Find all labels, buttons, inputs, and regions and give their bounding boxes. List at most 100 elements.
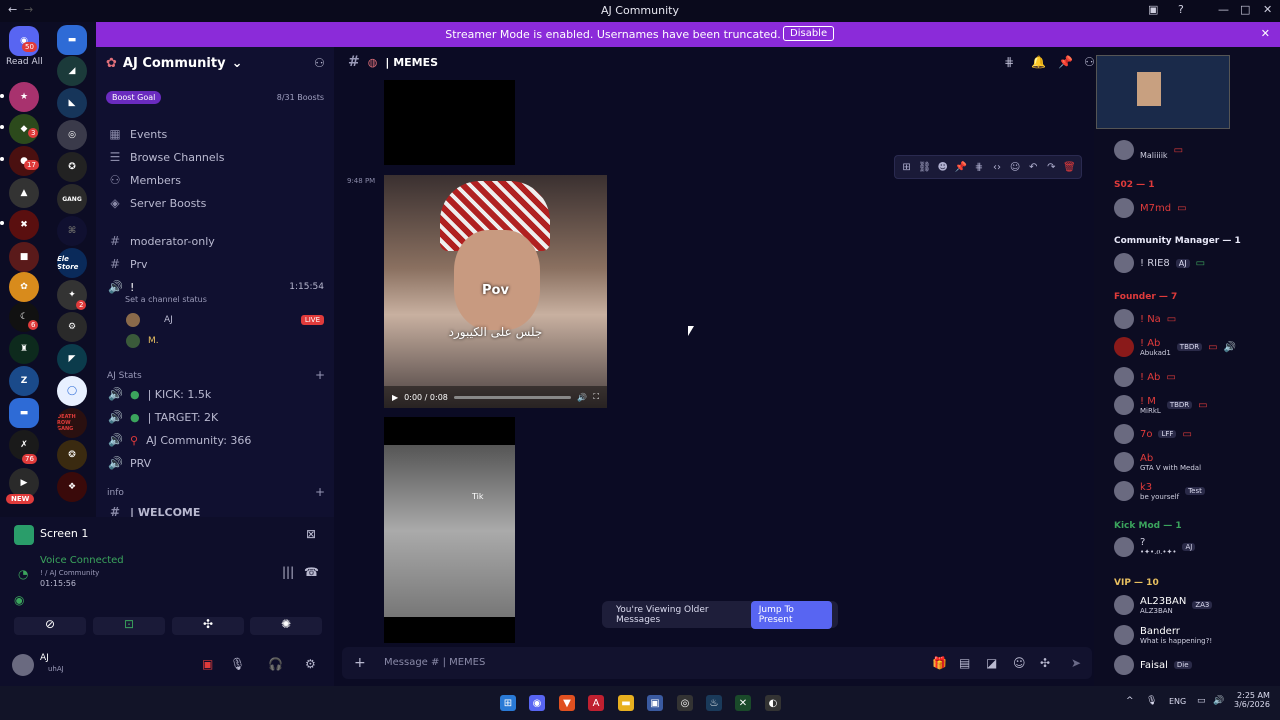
add-user-icon[interactable]: ⚇ — [314, 56, 325, 70]
code-icon[interactable]: ‹› — [989, 162, 1004, 173]
reply-icon[interactable]: ↶ — [1026, 162, 1041, 173]
server-icon[interactable]: Ele Store — [57, 248, 87, 278]
nav-events[interactable]: ▦ Events — [108, 127, 167, 141]
obs-icon[interactable]: ◎ — [677, 695, 693, 711]
xbox-icon[interactable]: ✕ — [735, 695, 751, 711]
activity-icon[interactable]: ◉ — [14, 593, 24, 607]
stat-channel[interactable]: 🔊 ● | KICK: 1.5k — [108, 387, 211, 401]
server-icon[interactable]: ★ — [9, 82, 39, 112]
stat-channel[interactable]: 🔊 PRV — [108, 456, 151, 470]
member[interactable]: Banderr What is happening?! — [1114, 625, 1212, 645]
app-icon[interactable]: ◐ — [765, 695, 781, 711]
voice-user[interactable]: AJ LIVE — [126, 313, 324, 327]
attach-plus-icon[interactable]: + — [354, 655, 366, 671]
stream-preview[interactable] — [1096, 55, 1230, 129]
file-explorer-icon[interactable]: ▬ — [618, 695, 634, 711]
reaction-icon[interactable]: ☻ — [935, 162, 950, 173]
add-channel-icon[interactable]: + — [315, 368, 325, 382]
member[interactable]: 7o LFF ▭ — [1114, 424, 1192, 444]
server-icon[interactable]: ✿ — [9, 272, 39, 302]
channel-moderator-only[interactable]: # moderator-only — [108, 234, 215, 248]
discord-taskbar-icon[interactable]: ◉ — [529, 695, 545, 711]
member[interactable]: ! RIE8 AJ ▭ — [1114, 253, 1205, 273]
channel-status[interactable]: Set a channel status — [125, 295, 207, 304]
gif-attachment[interactable]: Tik — [384, 417, 515, 643]
send-icon[interactable]: ➤ — [1071, 656, 1081, 670]
folder-icon[interactable]: ▬ — [57, 25, 87, 55]
member[interactable]: ! Na ▭ — [1114, 309, 1176, 329]
server-icon[interactable]: ▲ — [9, 178, 39, 208]
video-player[interactable]: Pov جلس على الكيبورد ▶ 0:00 / 0:08 🔊 ⛶ — [384, 175, 607, 408]
media-attachment[interactable] — [384, 80, 515, 165]
close-icon[interactable]: ✕ — [1261, 27, 1270, 40]
voice-channel-active[interactable]: 🔊! 1:15:54 — [108, 280, 324, 294]
noise-suppression-icon[interactable]: ||| — [282, 565, 294, 579]
activities-button[interactable]: ✣ — [172, 617, 244, 635]
pin-icon[interactable]: 📌 — [953, 162, 968, 173]
avatar[interactable] — [12, 654, 34, 676]
server-icon[interactable]: ✪ — [57, 152, 87, 182]
inbox-icon[interactable]: ▣ — [1148, 3, 1158, 16]
read-all-button[interactable]: Read All — [6, 57, 43, 67]
pin-icon[interactable]: 📌 — [1058, 55, 1073, 69]
stat-channel[interactable]: 🔊 ⚲ AJ Community: 366 — [108, 433, 251, 447]
server-icon[interactable]: ⚙ — [57, 312, 87, 342]
member[interactable]: Faisal Die — [1114, 655, 1192, 675]
gift-icon[interactable]: 🎁 — [932, 656, 947, 670]
emoji-icon[interactable]: ☺ — [1013, 656, 1026, 670]
nav-browse-channels[interactable]: ☰ Browse Channels — [108, 150, 225, 164]
threads-icon[interactable]: ⋕ — [1004, 55, 1014, 69]
member[interactable]: ! Ab Abukad1 TBDR ▭ 🔊 — [1114, 337, 1236, 357]
soundboard-button[interactable]: ✺ — [250, 617, 322, 635]
app-icon[interactable]: A — [588, 695, 604, 711]
id-icon[interactable]: ⊞ — [899, 162, 914, 173]
volume-icon[interactable]: 🔊 — [577, 393, 587, 402]
member[interactable]: AL23BAN ALZ3BAN ZA3 — [1114, 595, 1213, 615]
windows-start-icon[interactable]: ⊞ — [500, 695, 516, 711]
member[interactable]: ! Ab ▭ — [1114, 367, 1176, 387]
user-name[interactable]: AJ — [40, 653, 49, 663]
close-screen-icon[interactable]: ⊠ — [306, 527, 316, 541]
steam-icon[interactable]: ♨ — [706, 695, 722, 711]
voice-channel-name[interactable]: ! / AJ Community — [40, 569, 99, 577]
message-input[interactable]: Message # | MEMES — [384, 657, 485, 668]
stop-stream-icon[interactable]: ▣ — [202, 657, 213, 671]
server-icon[interactable]: Z — [9, 366, 39, 396]
server-icon[interactable]: ◎ — [57, 120, 87, 150]
disconnect-icon[interactable]: ☎ — [304, 565, 319, 579]
server-icon[interactable]: DEATH ROW GANG — [57, 408, 87, 438]
boost-goal[interactable]: Boost Goal 8/31 Boosts — [106, 91, 324, 106]
help-icon[interactable]: ? — [1178, 3, 1184, 16]
bell-icon[interactable]: 🔔 — [1031, 55, 1046, 69]
nav-server-boosts[interactable]: ◈ Server Boosts — [108, 196, 206, 210]
microphone-icon[interactable]: 🎙 — [230, 657, 245, 671]
delete-icon[interactable]: 🗑 — [1062, 162, 1077, 173]
folder-icon[interactable]: ▬ — [9, 398, 39, 428]
category-info[interactable]: info — [107, 488, 124, 498]
server-icon[interactable]: ◢ — [57, 56, 87, 86]
server-icon[interactable]: GANG — [57, 184, 87, 214]
microphone-icon[interactable]: 🎙 — [1146, 696, 1157, 706]
apps-icon[interactable]: ✣ — [1040, 656, 1050, 670]
gif-icon[interactable]: ▤ — [959, 656, 970, 670]
screen-share-button[interactable]: ⊡ — [93, 617, 165, 635]
forward-icon[interactable]: ↷ — [1044, 162, 1059, 173]
camera-button[interactable]: ⊘ — [14, 617, 86, 635]
channel-prv[interactable]: # Prv — [108, 257, 148, 271]
play-icon[interactable]: ▶ — [392, 393, 398, 402]
fullscreen-icon[interactable]: ⛶ — [593, 392, 599, 402]
settings-gear-icon[interactable]: ⚙ — [305, 657, 316, 671]
nav-members[interactable]: ⚇ Members — [108, 173, 181, 187]
thread-icon[interactable]: ⋕ — [971, 162, 986, 173]
brave-icon[interactable]: ▼ — [559, 695, 575, 711]
member[interactable]: ! M MiRkL TBDR ▭ — [1114, 395, 1208, 415]
member[interactable]: k3 be yourself Test — [1114, 481, 1205, 501]
server-icon[interactable]: ♜ — [9, 334, 39, 364]
server-icon[interactable]: ❂ — [57, 440, 87, 470]
headphones-icon[interactable]: 🎧 — [268, 657, 283, 671]
link-icon[interactable]: ⛓ — [917, 162, 932, 173]
server-icon[interactable]: ◯ — [57, 376, 87, 406]
stat-channel[interactable]: 🔊 ● | TARGET: 2K — [108, 410, 218, 424]
member[interactable]: Ab GTA V with Medal — [1114, 452, 1201, 472]
add-channel-icon[interactable]: + — [315, 485, 325, 499]
